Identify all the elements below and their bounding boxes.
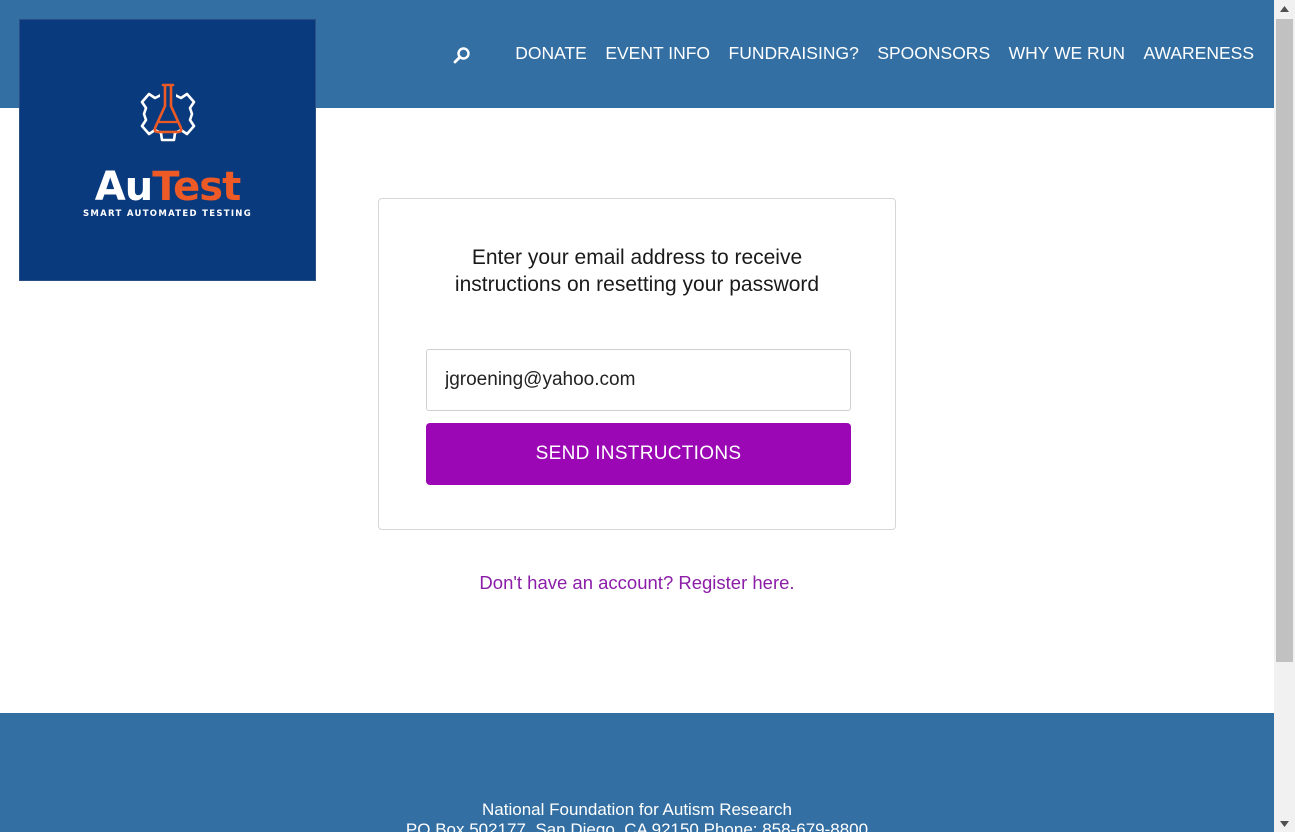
logo-tagline: SMART AUTOMATED TESTING [83, 209, 252, 219]
footer-address: PO Box 502177, San Diego, CA 92150 Phone… [405, 820, 869, 832]
nav-fundraising[interactable]: FUNDRAISING? [729, 43, 859, 64]
register-link[interactable]: Don't have an account? Register here. [378, 572, 896, 594]
nav-event-info[interactable]: EVENT INFO [605, 43, 710, 64]
email-field[interactable] [426, 349, 851, 411]
nav-why-we-run[interactable]: WHY WE RUN [1009, 43, 1125, 64]
site-footer: National Foundation for Autism Research … [0, 713, 1274, 832]
scroll-down-icon[interactable] [1274, 815, 1295, 832]
footer-org-name: National Foundation for Autism Research [482, 800, 792, 819]
reset-instructions-text: Enter your email address to receive inst… [454, 246, 820, 296]
gear-flask-icon [140, 83, 196, 142]
nav-donate[interactable]: DONATE [515, 43, 587, 64]
search-icon[interactable] [453, 46, 471, 64]
send-instructions-button[interactable]: SEND INSTRUCTIONS [426, 423, 851, 485]
logo-wordmark: AuTest [94, 164, 241, 210]
nav-sponsors[interactable]: SPOONSORS [877, 43, 990, 64]
scrollbar-thumb[interactable] [1276, 19, 1293, 662]
reset-password-card: Enter your email address to receive inst… [378, 198, 896, 530]
main-nav: DONATE EVENT INFO FUNDRAISING? SPOONSORS… [453, 38, 1254, 68]
nav-awareness[interactable]: AWARENESS [1143, 43, 1254, 64]
vertical-scrollbar[interactable] [1274, 0, 1295, 832]
site-logo[interactable]: AuTest SMART AUTOMATED TESTING [19, 19, 316, 281]
scroll-up-icon[interactable] [1274, 0, 1295, 17]
